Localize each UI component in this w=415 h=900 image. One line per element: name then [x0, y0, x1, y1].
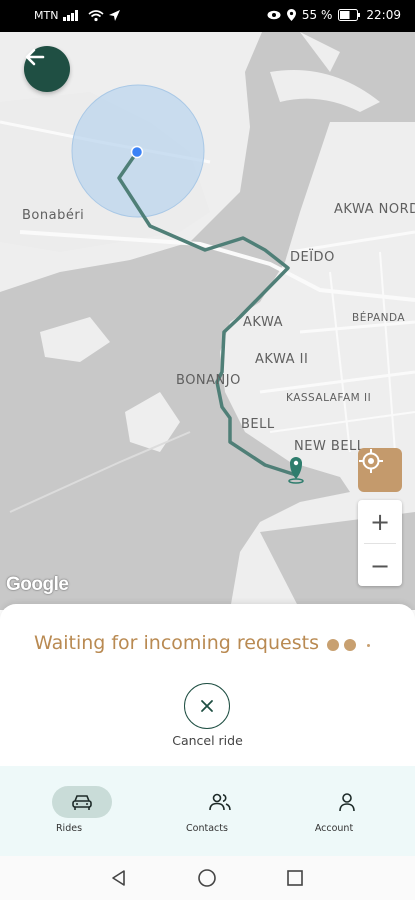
signal-icon — [63, 10, 79, 21]
eye-icon — [267, 10, 281, 20]
nav-back-button[interactable] — [109, 868, 129, 888]
tab-account[interactable]: Account — [265, 766, 403, 856]
map-label-akwa-nord: AKWA NORD — [334, 202, 415, 217]
google-attribution: Google — [6, 574, 69, 595]
map-label-bonanjo: BONANJO — [176, 373, 241, 388]
loading-dot — [367, 643, 370, 647]
zoom-controls: + − — [358, 500, 402, 586]
tab-account-label: Account — [314, 823, 354, 834]
tab-contacts[interactable]: Contacts — [138, 766, 276, 856]
clock: 22:09 — [366, 8, 401, 22]
send-icon — [109, 10, 121, 21]
tab-account-pill — [317, 786, 377, 818]
map-label-kassalafam-ii: KASSALAFAM II — [286, 392, 372, 404]
home-circle-icon — [198, 869, 216, 887]
zoom-out-button[interactable]: − — [358, 544, 402, 587]
close-icon — [201, 700, 213, 712]
my-location-button[interactable] — [358, 448, 402, 492]
back-triangle-icon — [112, 870, 125, 886]
back-button[interactable] — [24, 46, 70, 92]
nav-home-button[interactable] — [197, 868, 217, 888]
loading-dots — [327, 639, 370, 651]
map-label-bell: BELL — [241, 417, 275, 432]
battery-icon — [338, 9, 361, 21]
car-icon — [72, 795, 92, 810]
map-label-deido: DEÏDO — [290, 250, 335, 265]
loading-dot — [327, 639, 339, 651]
crosshair-icon — [359, 449, 383, 473]
tab-rides-label: Rides — [55, 823, 83, 834]
cancel-ride-label[interactable]: Cancel ride — [0, 733, 415, 748]
map-label-bepanda: BÉPANDA — [352, 312, 406, 324]
pickup-dot — [130, 145, 144, 159]
battery-percent: 55 % — [301, 8, 333, 22]
cancel-ride-button[interactable] — [184, 683, 230, 729]
tab-rides-pill — [52, 786, 112, 818]
status-bar: MTN 55 % 22:09 — [0, 0, 415, 32]
destination-pin-icon — [288, 457, 304, 484]
tab-contacts-label: Contacts — [186, 823, 228, 834]
wifi-icon — [88, 9, 104, 21]
map-label-akwa: AKWA — [243, 315, 283, 330]
map-label-new-bell: NEW BELL — [294, 439, 365, 454]
location-icon — [286, 9, 296, 21]
contacts-icon — [209, 793, 231, 811]
carrier-label: MTN — [34, 9, 59, 22]
map-view[interactable]: Bonabéri AKWA NORD DEÏDO BÉPANDA AKWA AK… — [0, 32, 415, 610]
bottom-tab-bar: Rides Contacts Account — [0, 766, 415, 856]
arrow-left-icon — [25, 48, 45, 66]
nav-recents-button[interactable] — [285, 868, 305, 888]
recents-square-icon — [287, 870, 303, 886]
map-label-akwa-ii: AKWA II — [255, 352, 309, 367]
system-nav-bar — [0, 856, 415, 900]
map-label-bonaberi: Bonabéri — [22, 208, 85, 223]
tab-rides[interactable]: Rides — [0, 766, 138, 856]
waiting-status-text: Waiting for incoming requests — [34, 632, 319, 654]
zoom-in-button[interactable]: + — [358, 500, 402, 543]
person-icon — [339, 793, 355, 812]
tab-contacts-pill — [190, 786, 250, 818]
loading-dot — [344, 639, 356, 651]
